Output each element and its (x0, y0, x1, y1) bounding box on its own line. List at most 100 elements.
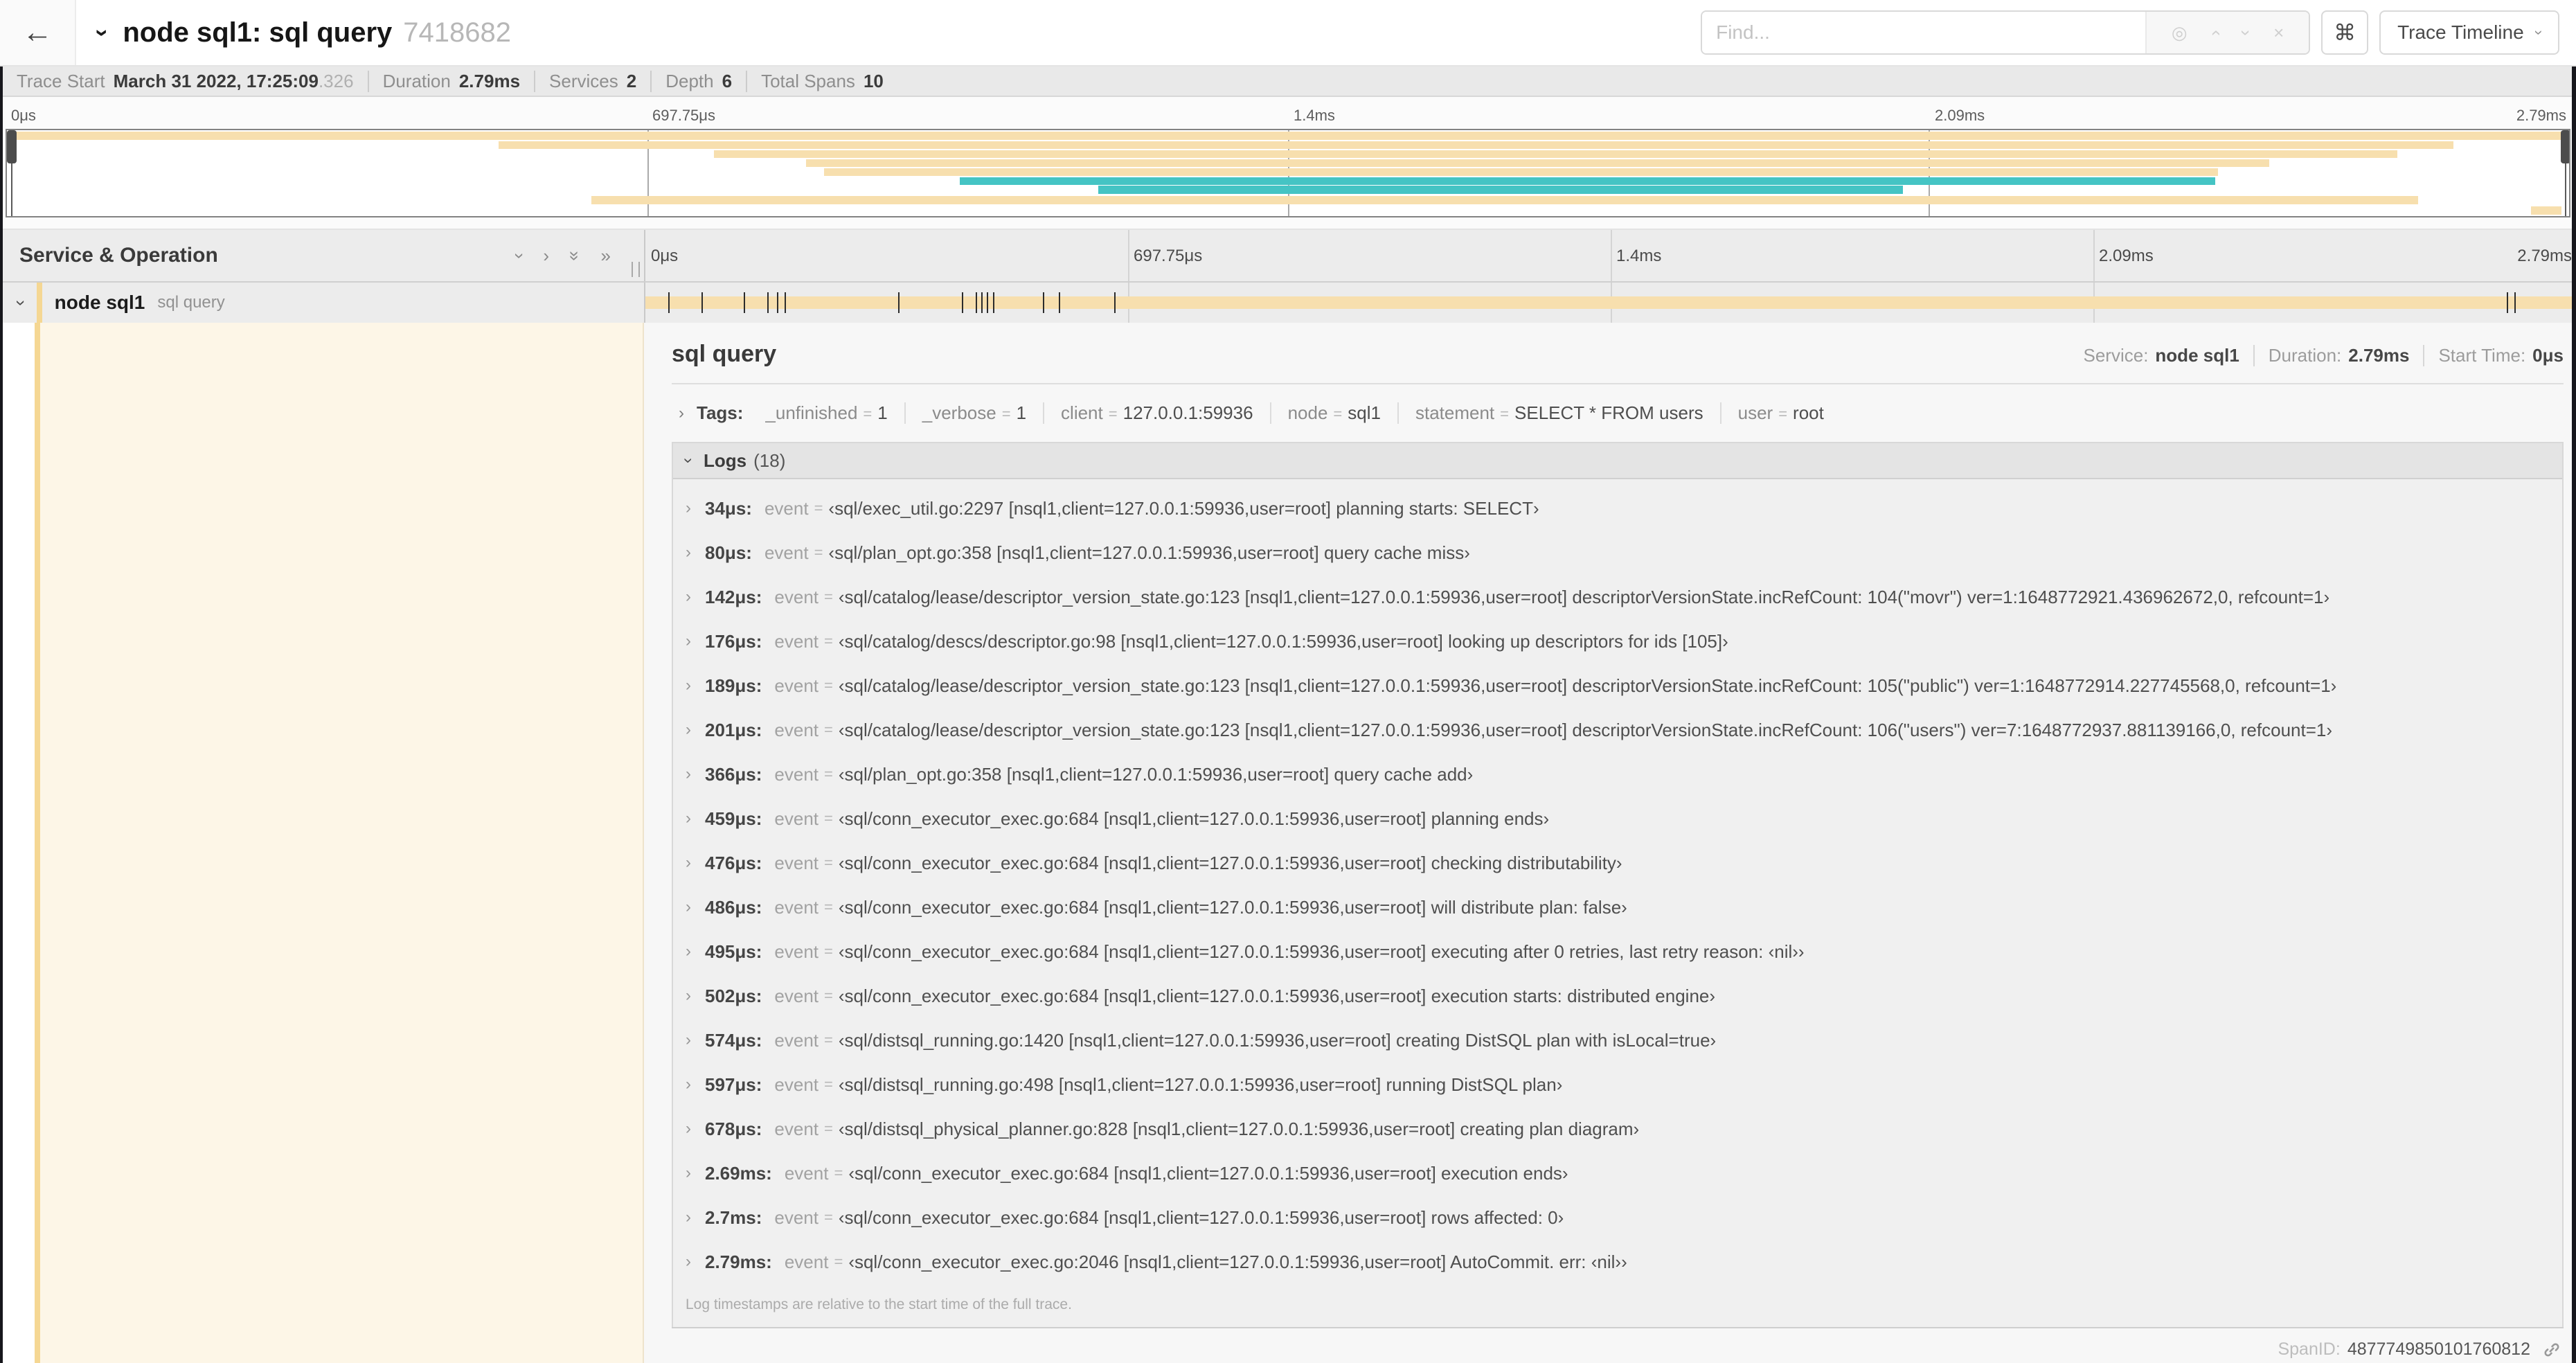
minimap-scrubber-handle[interactable] (7, 130, 17, 216)
log-timestamp: 34μs: (705, 497, 752, 519)
log-timestamp: 176μs: (705, 630, 762, 652)
log-entry-row[interactable]: › 80μs: event = ‹sql/plan_opt.go:358 [ns… (673, 531, 2562, 575)
chevron-right-icon: › (686, 986, 691, 1005)
expand-all-icon[interactable]: » (601, 245, 611, 267)
log-equals: = (824, 898, 833, 916)
span-color-strip (36, 283, 42, 323)
log-entry-row[interactable]: › 2.79ms: event = ‹sql/conn_executor_exe… (673, 1240, 2562, 1284)
log-timestamp: 495μs: (705, 941, 762, 962)
tags-accordion[interactable]: › Tags: _unfinished = 1 _verbose = 1 client =… (672, 402, 2564, 424)
log-entry-row[interactable]: › 486μs: event = ‹sql/conn_executor_exec… (673, 885, 2562, 929)
log-timestamp: 80μs: (705, 542, 752, 563)
log-entry-row[interactable]: › 2.69ms: event = ‹sql/conn_executor_exe… (673, 1151, 2562, 1195)
back-button[interactable]: ← (0, 0, 76, 65)
log-event-value: ‹sql/conn_executor_exec.go:684 [nsql1,cl… (838, 941, 1805, 962)
log-equals: = (824, 721, 833, 738)
log-entry-row[interactable]: › 189μs: event = ‹sql/catalog/lease/desc… (673, 663, 2562, 708)
log-timestamp: 597μs: (705, 1074, 762, 1095)
log-entry-row[interactable]: › 597μs: event = ‹sql/distsql_running.go… (673, 1062, 2562, 1107)
span-log-tick (668, 292, 670, 313)
chevron-right-icon: › (686, 1119, 691, 1138)
find-group: ◎ › › × (1701, 10, 2311, 55)
span-row[interactable]: › node sql1 sql query (0, 283, 2576, 323)
minimap-span-bar (7, 132, 2569, 141)
log-timestamp: 2.7ms: (705, 1206, 762, 1228)
timeline-header: Service & Operation › › » » 0μs 697.75μs 1… (0, 229, 2576, 283)
log-entry-row[interactable]: › 476μs: event = ‹sql/conn_executor_exec… (673, 841, 2562, 885)
log-timestamp: 459μs: (705, 808, 762, 829)
log-entry-row[interactable]: › 201μs: event = ‹sql/catalog/lease/desc… (673, 708, 2562, 752)
minimap-span-bar (591, 196, 2418, 205)
span-children-collapse-icon[interactable]: › (10, 300, 32, 306)
chevron-right-icon: › (686, 853, 691, 872)
log-entry-row[interactable]: › 176μs: event = ‹sql/catalog/descs/desc… (673, 619, 2562, 663)
collapse-all-icon[interactable]: » (564, 251, 586, 260)
logs-accordion-header[interactable]: › Logs (18) (673, 443, 2562, 479)
log-entry-row[interactable]: › 502μs: event = ‹sql/conn_executor_exec… (673, 974, 2562, 1018)
chevron-right-icon: › (686, 1252, 691, 1271)
chevron-down-icon: › (89, 28, 116, 37)
span-log-tick (1043, 292, 1045, 313)
log-timestamp: 142μs: (705, 586, 762, 607)
column-resize-grip[interactable] (632, 262, 640, 277)
span-log-tick (767, 292, 769, 313)
locate-icon[interactable]: ◎ (2172, 22, 2188, 44)
log-event-key: event (774, 896, 819, 918)
minimap-span-bar (960, 177, 2216, 186)
ruler-label: 0μs (11, 107, 36, 124)
trace-summary-item: Trace Start March 31 2022, 17:25:09.326 (17, 70, 354, 91)
minimap-scrubber-handle[interactable] (2561, 130, 2569, 216)
minimap-ruler: 0μs 697.75μs 1.4ms 2.09ms 2.79ms (6, 97, 2570, 129)
span-log-tick (962, 292, 964, 313)
copy-link-icon[interactable] (2543, 1341, 2561, 1359)
span-log-tick (2514, 292, 2516, 313)
tags-label: Tags: (697, 402, 744, 423)
log-timestamp: 201μs: (705, 719, 762, 740)
log-entry-row[interactable]: › 142μs: event = ‹sql/catalog/lease/desc… (673, 575, 2562, 619)
minimap-canvas[interactable] (6, 129, 2570, 217)
log-entry-row[interactable]: › 34μs: event = ‹sql/exec_util.go:2297 [… (673, 486, 2562, 531)
log-entry-row[interactable]: › 678μs: event = ‹sql/distsql_physical_p… (673, 1107, 2562, 1151)
log-timestamp: 476μs: (705, 852, 762, 873)
span-detail-header: sql query Service: node sql1 Duration: 2.7… (672, 341, 2564, 368)
log-entry-row[interactable]: › 495μs: event = ‹sql/conn_executor_exec… (673, 929, 2562, 974)
ruler-label: 1.4ms (1616, 247, 1662, 265)
ruler-label: 2.09ms (1935, 107, 1985, 124)
minimap-span-bar (2530, 206, 2561, 215)
log-event-key: event (764, 542, 809, 563)
log-timestamp: 2.79ms: (705, 1251, 772, 1272)
span-log-tick (1114, 292, 1116, 313)
chevron-right-icon: › (686, 809, 691, 828)
view-selector-button[interactable]: Trace Timeline › (2379, 10, 2559, 55)
span-log-tick (744, 292, 746, 313)
find-input[interactable] (1702, 12, 2146, 53)
service-operation-title: Service & Operation (19, 244, 218, 267)
log-entry-row[interactable]: › 574μs: event = ‹sql/distsql_running.go… (673, 1018, 2562, 1062)
trace-collapse-toggle[interactable]: › (89, 19, 116, 46)
logs-list: › 34μs: event = ‹sql/exec_util.go:2297 [… (673, 479, 2562, 1327)
chevron-right-icon: › (686, 632, 691, 650)
clear-search-icon[interactable]: × (2273, 22, 2284, 44)
tag-item: statement = SELECT * FROM users (1397, 402, 1720, 424)
next-result-icon[interactable]: › (2235, 30, 2257, 36)
span-detail-meta: Service: node sql1 Duration: 2.79ms Start … (2084, 345, 2564, 366)
minimap-span-bar (806, 159, 2270, 168)
log-entry-row[interactable]: › 2.7ms: event = ‹sql/conn_executor_exec… (673, 1195, 2562, 1240)
trace-summary-item: Depth 6 (650, 70, 746, 92)
span-log-tick (975, 292, 977, 313)
log-event-value: ‹sql/plan_opt.go:358 [nsql1,client=127.0… (838, 763, 1474, 785)
log-entry-row[interactable]: › 459μs: event = ‹sql/conn_executor_exec… (673, 796, 2562, 841)
chevron-right-icon: › (686, 499, 691, 517)
tag-item: user = root (1719, 402, 1841, 424)
detail-divider (672, 383, 2564, 384)
log-event-key: event (774, 941, 819, 962)
window-left-edge (0, 66, 3, 1363)
expand-one-icon[interactable]: › (543, 245, 549, 267)
log-entry-row[interactable]: › 366μs: event = ‹sql/plan_opt.go:358 [n… (673, 752, 2562, 796)
ruler-label: 1.4ms (1294, 107, 1335, 124)
previous-result-icon[interactable]: › (2204, 30, 2226, 36)
span-meta-item: Start Time: 0μs (2423, 345, 2564, 366)
keyboard-shortcuts-button[interactable]: ⌘ (2321, 10, 2369, 55)
span-duration-bar[interactable] (645, 296, 2576, 309)
collapse-one-icon[interactable]: › (509, 253, 530, 259)
